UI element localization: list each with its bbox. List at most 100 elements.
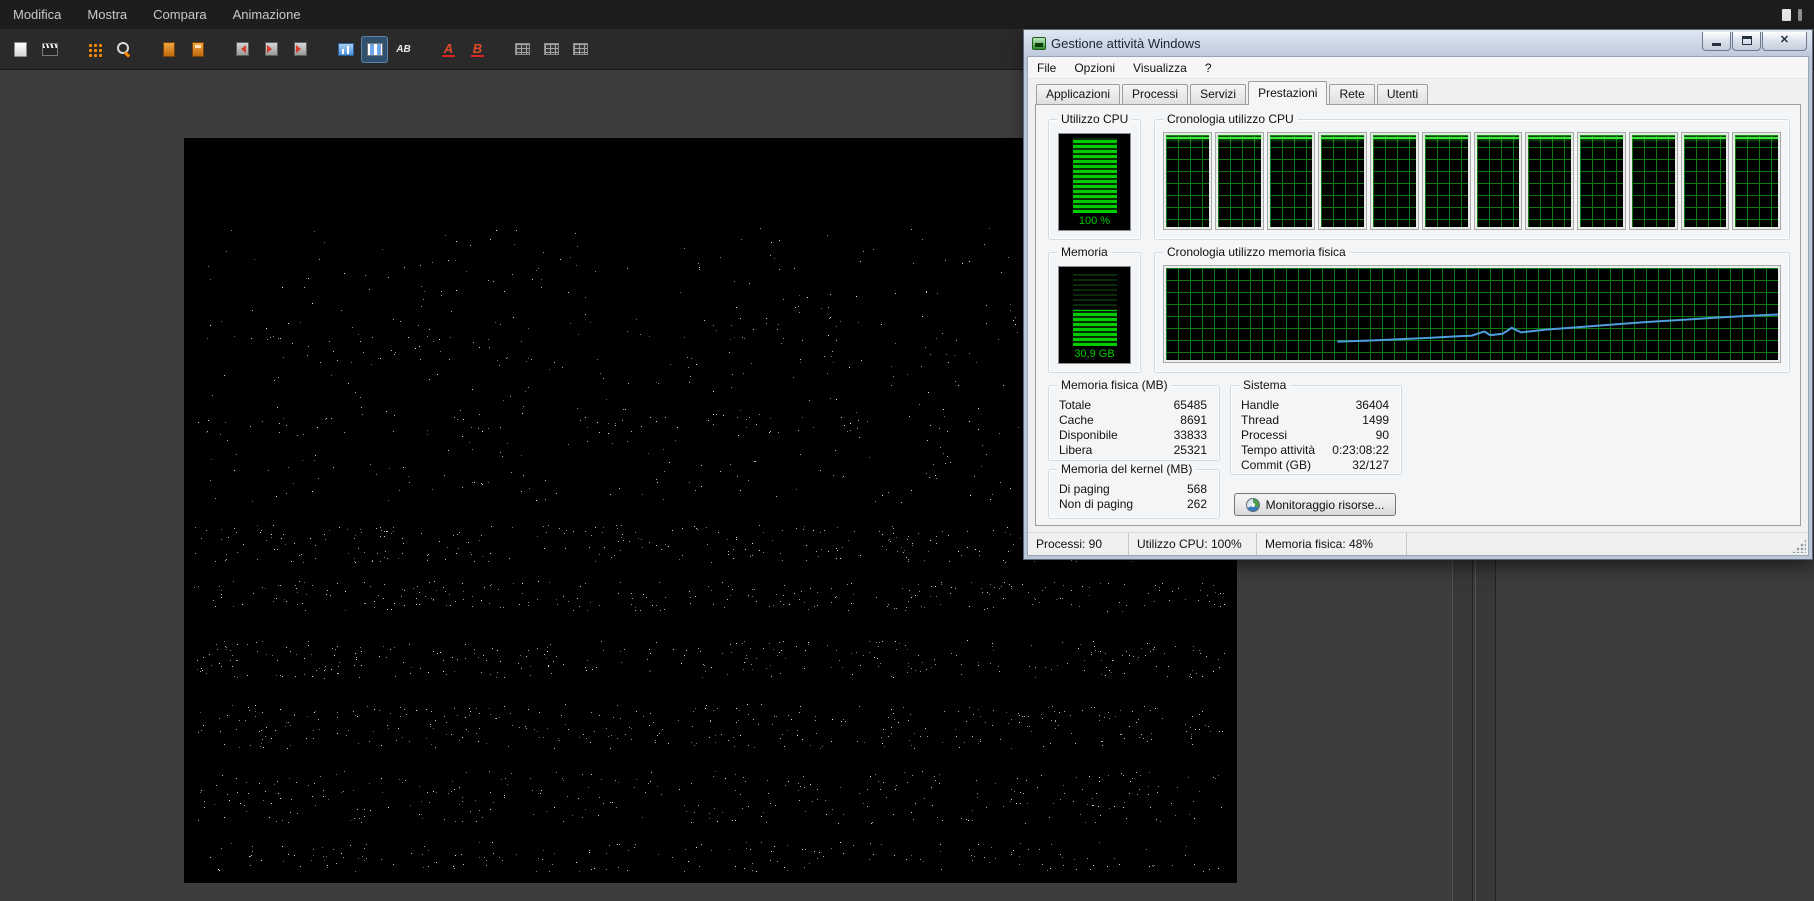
tab-prestazioni[interactable]: Prestazioni <box>1248 81 1328 105</box>
clapperboard-button[interactable] <box>36 36 63 63</box>
info-value: 36404 <box>1355 398 1389 412</box>
memory-meter-value: 30,9 GB <box>1074 348 1115 360</box>
app-menu-mostra[interactable]: Mostra <box>74 0 140 29</box>
text-ab-button[interactable]: AB <box>390 36 417 63</box>
point-cloud <box>184 138 185 139</box>
close-icon: ✕ <box>1779 34 1790 46</box>
info-label: Non di paging <box>1059 497 1134 511</box>
chart-view-icon <box>337 42 354 56</box>
info-label: Commit (GB) <box>1241 458 1311 472</box>
table-medium-button[interactable] <box>538 36 565 63</box>
tab-processi[interactable]: Processi <box>1122 84 1189 104</box>
cpu-core-graph-9 <box>1578 133 1625 229</box>
panel-export-button[interactable] <box>184 36 211 63</box>
cpu-meter-value: 100 % <box>1078 215 1111 227</box>
tab-servizi[interactable]: Servizi <box>1190 84 1247 104</box>
app-menu-items: Modifica Mostra Compara Animazione <box>0 0 314 29</box>
cpu-usage-group: Utilizzo CPU 100 % <box>1048 112 1141 240</box>
info-row-libera: Libera 25321 <box>1059 443 1207 458</box>
physical-memory-group: Memoria fisica (MB) Totale 65485 Cache 8691… <box>1048 378 1220 461</box>
toolbar-separator <box>418 49 434 50</box>
physical-memory-rows: Totale 65485 Cache 8691 Disponibile 33833 Libe… <box>1059 398 1207 458</box>
columns-view-button[interactable] <box>361 35 388 63</box>
window-panel-icon[interactable] <box>1782 8 1791 21</box>
toolbar-separator <box>315 49 331 50</box>
cpu-core-graph-2 <box>1215 133 1263 229</box>
resource-monitor-label: Monitoraggio risorse... <box>1265 497 1385 512</box>
system-group: Sistema Handle 36404 Thread 1499 Processi 90 T… <box>1230 378 1402 475</box>
info-label: Thread <box>1241 413 1280 427</box>
info-row-di-paging: Di paging 568 <box>1059 482 1207 497</box>
resource-monitor-icon <box>1245 497 1260 512</box>
cpu-core-graph-10 <box>1629 133 1677 229</box>
info-value: 8691 <box>1180 413 1207 427</box>
tab-rete[interactable]: Rete <box>1329 84 1375 104</box>
panel-import-button[interactable] <box>155 36 182 63</box>
menu-file[interactable]: File <box>1028 57 1065 79</box>
cpu-core-graph-1 <box>1164 133 1211 229</box>
info-row-totale: Totale 65485 <box>1059 398 1207 413</box>
flag-mid-button[interactable] <box>258 36 285 63</box>
font-b-button[interactable]: B <box>464 36 491 63</box>
new-scene-icon <box>14 41 27 57</box>
window-title: Gestione attività Windows <box>1051 35 1201 51</box>
task-manager-menubar: File Opzioni Visualizza? <box>1028 57 1808 79</box>
chart-view-button[interactable] <box>332 36 359 63</box>
toolbar-separator <box>64 49 80 50</box>
app-menu-animazione[interactable]: Animazione <box>220 0 314 29</box>
flag-back-icon <box>236 42 249 56</box>
resize-grip[interactable] <box>1792 539 1806 553</box>
cpu-usage-meter: 100 % <box>1058 133 1131 231</box>
info-label: Disponibile <box>1059 428 1118 442</box>
maximize-button[interactable] <box>1732 31 1761 51</box>
dot-grid-button[interactable] <box>81 36 108 63</box>
status-panel-2: Utilizzo CPU: 100% <box>1129 533 1257 555</box>
app-menu-modifica[interactable]: Modifica <box>0 0 74 29</box>
toolbar-separator <box>212 49 228 50</box>
cpu-core-graph-6 <box>1422 133 1470 229</box>
new-scene-button[interactable] <box>7 36 34 63</box>
table-medium-icon <box>544 43 559 55</box>
cpu-history-graphs <box>1164 133 1780 229</box>
cpu-history-group-label: Cronologia utilizzo CPU <box>1163 112 1298 126</box>
flag-mid-icon <box>265 42 278 56</box>
cpu-core-graph-12 <box>1733 133 1780 229</box>
font-a-button[interactable]: A <box>435 36 462 63</box>
info-value: 32/127 <box>1352 458 1389 472</box>
flag-back-button[interactable] <box>229 36 256 63</box>
info-label: Handle <box>1241 398 1280 412</box>
table-small-button[interactable] <box>509 36 536 63</box>
physical-memory-group-label: Memoria fisica (MB) <box>1057 378 1172 392</box>
panel-export-icon <box>191 41 204 57</box>
info-value: 568 <box>1186 482 1207 496</box>
resource-monitor-button[interactable]: Monitoraggio risorse... <box>1234 493 1396 516</box>
tab-utenti[interactable]: Utenti <box>1376 84 1429 104</box>
table-large-button[interactable] <box>567 36 594 63</box>
menu-opzioni[interactable]: Opzioni <box>1065 57 1124 79</box>
info-label: Totale <box>1059 398 1092 412</box>
columns-view-icon <box>366 42 383 56</box>
task-manager-icon <box>1032 36 1046 50</box>
font-a-icon: A <box>441 40 456 57</box>
titlebar[interactable]: Gestione attività Windows ✕ <box>1027 30 1809 56</box>
tab-applicazioni[interactable]: Applicazioni <box>1036 84 1121 104</box>
info-row-processi: Processi 90 <box>1241 428 1389 443</box>
search-button[interactable] <box>110 36 137 63</box>
window-divider-icon[interactable] <box>1798 8 1802 21</box>
font-b-icon: B <box>470 40 485 57</box>
search-icon <box>116 41 132 57</box>
flag-forward-button[interactable] <box>287 36 314 63</box>
system-rows: Handle 36404 Thread 1499 Processi 90 Tempo att… <box>1241 398 1389 473</box>
app-menu-compara[interactable]: Compara <box>140 0 219 29</box>
minimize-button[interactable] <box>1702 31 1731 51</box>
system-group-label: Sistema <box>1239 378 1291 392</box>
app-menubar-right <box>1782 8 1814 21</box>
cpu-core-graph-5 <box>1371 133 1418 229</box>
close-button[interactable]: ✕ <box>1762 31 1807 51</box>
info-row-commit-gb-: Commit (GB) 32/127 <box>1241 458 1389 473</box>
menu-visualizza[interactable]: Visualizza <box>1124 57 1196 79</box>
window-controls: ✕ <box>1702 31 1807 51</box>
tab-strip: Applicazioni Processi Servizi Prestazioni Re… <box>1028 79 1808 105</box>
dot-grid-icon <box>87 41 102 57</box>
menu-help[interactable]: ? <box>1196 57 1221 79</box>
